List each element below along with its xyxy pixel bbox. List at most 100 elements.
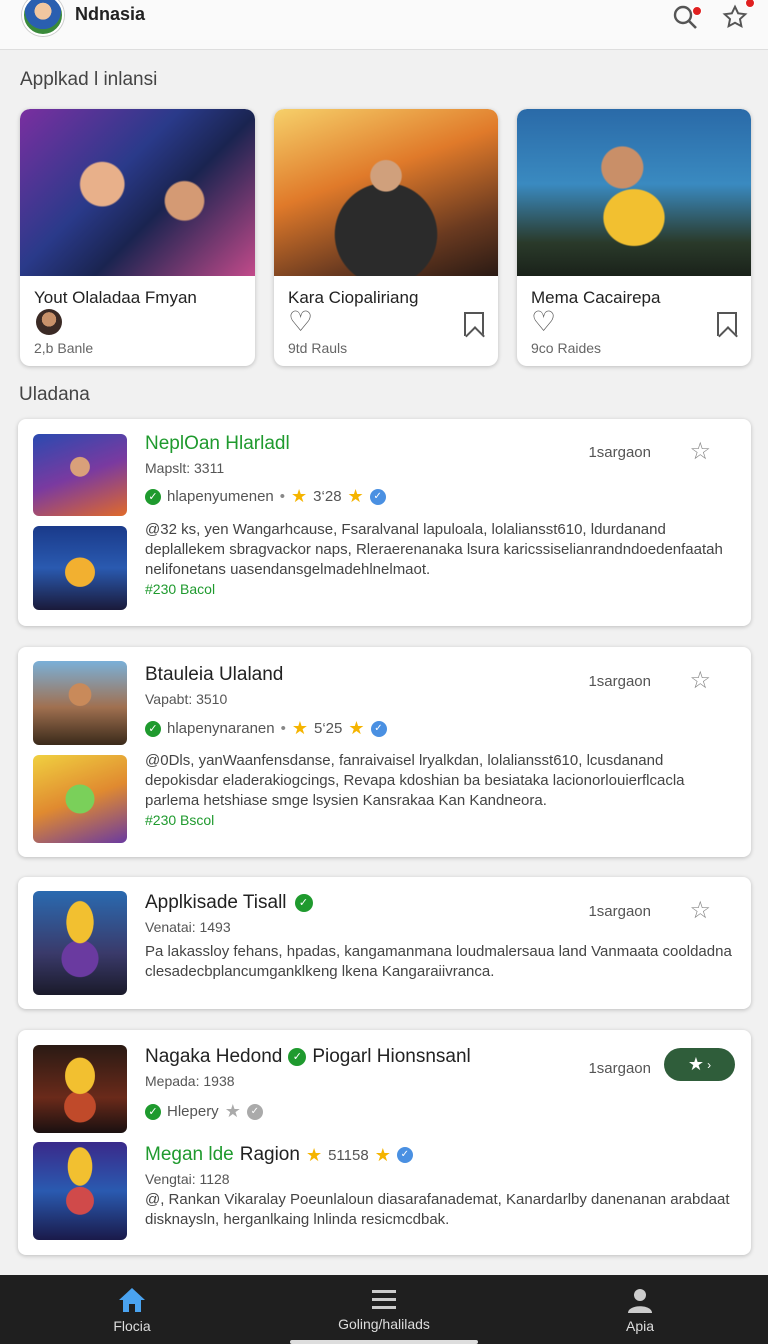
item-description: Pa lakassloy fehans, hpadas, kangamanman… — [145, 943, 732, 980]
item-title-row[interactable]: Nagaka Hedond ✓ Piogarl Hionsnsanl — [145, 1046, 471, 1068]
app-icon — [33, 891, 127, 995]
item-meta-row: ✓ hlapenyumenen • ★ 3‘28 ★ ✓ — [145, 486, 386, 507]
nav-label: Apia — [625, 1317, 655, 1334]
check-icon: ✓ — [145, 720, 161, 737]
check-icon: ✓ — [288, 1048, 307, 1066]
nav-item-games[interactable]: Goling/halilads — [304, 1275, 464, 1344]
item-version: Vapabt: 3510 — [145, 691, 228, 707]
check-icon: ✓ — [145, 488, 161, 505]
featured-title: Yout Olaladaa Fmyan — [34, 288, 197, 307]
featured-image — [517, 109, 751, 276]
app-icon — [33, 755, 127, 843]
item-title[interactable]: NeplOan Hlarladl — [145, 433, 290, 455]
item-size: 1sargaon — [588, 903, 651, 920]
star-icon: ★ — [348, 718, 365, 738]
publisher: Hlepery — [167, 1103, 219, 1120]
star-icon: ★ — [374, 1144, 391, 1165]
item-size: 1sargaon — [588, 444, 651, 461]
star-outline-icon[interactable]: ☆ — [689, 437, 711, 466]
menu-icon — [372, 1289, 396, 1309]
list-item[interactable]: Applkisade Tisall ✓ Venatai: 1493 Pa lak… — [18, 877, 751, 1009]
item-title-row[interactable]: Applkisade Tisall ✓ — [145, 892, 313, 914]
star-outline-icon[interactable]: ☆ — [689, 666, 711, 695]
featured-meta: 9td Rauls — [288, 340, 348, 356]
verified-icon: ✓ — [370, 720, 387, 737]
publisher: hlapenynaranen — [167, 720, 275, 737]
item-tag: #230 Bacol — [145, 581, 216, 597]
star-icon: ★ — [224, 1101, 241, 1121]
nav-item-profile[interactable]: Apia — [600, 1275, 680, 1344]
list-item[interactable]: Btauleia Ulaland Vapabt: 3510 ✓ hlapenyn… — [18, 647, 751, 857]
item-description: @, Rankan Vikaralay Poeunlaloun diasaraf… — [145, 1191, 730, 1228]
featured-meta: 9co Raides — [531, 340, 602, 356]
list-item[interactable]: Nagaka Hedond ✓ Piogarl Hionsnsanl Mepad… — [18, 1030, 751, 1255]
item-meta-row: ✓ hlapenynaranen • ★ 5‘25 ★ ✓ — [145, 718, 387, 739]
check-icon: ✓ — [145, 1103, 161, 1120]
item-title-suffix: Piogarl Hionsnsanl — [312, 1046, 471, 1067]
publisher: hlapenyumenen — [167, 488, 274, 505]
item-size: 1sargaon — [588, 673, 651, 690]
item-title: Applkisade Tisall — [145, 892, 287, 913]
person-icon — [628, 1288, 652, 1313]
sub-item-version: Vengtai: 1128 — [145, 1171, 230, 1187]
item-meta-row: ✓ Hlepery ★ ✓ — [145, 1101, 263, 1122]
featured-title: Mema Cacairepa — [531, 288, 661, 307]
list-item[interactable]: NeplOan Hlarladl Mapslt: 3311 ✓ hlapenyu… — [18, 419, 751, 626]
bookmark-icon[interactable] — [717, 312, 737, 336]
item-description: @32 ks, yen Wangarhcause, Fsaralvanal la… — [145, 521, 723, 578]
nav-item-home[interactable]: Flocia — [92, 1275, 172, 1344]
app-icon — [33, 661, 127, 745]
avatar[interactable] — [22, 0, 64, 36]
home-icon — [119, 1287, 145, 1312]
nav-label: Goling/halilads — [338, 1315, 430, 1332]
item-tag: #230 Bscol — [145, 812, 215, 828]
featured-card[interactable]: Yout Olaladaa Fmyan 2,b Banle — [20, 109, 255, 366]
verified-icon: ✓ — [369, 488, 386, 505]
star-icon: ★ — [305, 1144, 323, 1165]
app-icon — [33, 434, 127, 516]
chevron-right-icon: › — [707, 1057, 712, 1072]
featured-meta: 2,b Banle — [34, 340, 94, 356]
featured-title: Kara Ciopaliriang — [288, 288, 419, 307]
app-icon — [33, 526, 127, 610]
rating: 5‘25 — [314, 720, 343, 737]
check-icon: ✓ — [294, 894, 313, 912]
item-version: Mepada: 1938 — [145, 1073, 235, 1089]
verified-icon: ✓ — [246, 1103, 263, 1120]
sub-item-title: Megan lde — [145, 1144, 234, 1165]
item-version: Mapslt: 3311 — [145, 460, 225, 476]
top-app-bar: Ndnasia — [0, 0, 768, 50]
featured-card[interactable]: Mema Cacairepa ♡ 9co Raides — [517, 109, 751, 366]
section-title-list: Uladana — [19, 384, 90, 405]
star-icon: ★ — [291, 718, 308, 738]
featured-image — [20, 109, 255, 276]
item-title[interactable]: Btauleia Ulaland — [145, 664, 283, 686]
featured-avatar — [36, 309, 62, 335]
item-description: @0Dls, yanWaanfensdanse, fanraivaisel lr… — [145, 752, 685, 809]
featured-card[interactable]: Kara Ciopaliriang ♡ 9td Rauls — [274, 109, 498, 366]
home-indicator — [290, 1340, 478, 1344]
section-title-featured: Applkad l inlansi — [20, 69, 158, 90]
star-outline-icon[interactable]: ☆ — [689, 896, 711, 925]
bottom-navigation: Flocia Goling/halilads Apia — [0, 1275, 768, 1344]
notification-dot — [745, 0, 755, 8]
sub-item-title-row[interactable]: Megan lde Ragion ★ 51158 ★ ✓ — [145, 1144, 413, 1166]
star-icon: ★ — [291, 486, 308, 506]
star-icon: ★ — [687, 1054, 705, 1074]
notification-dot — [692, 6, 702, 16]
favorite-button[interactable]: ★ › — [664, 1048, 735, 1081]
item-title: Nagaka Hedond — [145, 1046, 283, 1067]
sub-rating: 51158 — [328, 1146, 369, 1164]
verified-icon: ✓ — [396, 1147, 413, 1163]
sub-item-title-rest: Ragion — [239, 1144, 300, 1165]
bookmark-icon[interactable] — [464, 312, 484, 336]
rating: 3‘28 — [313, 488, 342, 505]
app-title: Ndnasia — [75, 4, 146, 24]
app-icon — [33, 1142, 127, 1240]
heart-icon[interactable]: ♡ — [531, 308, 556, 336]
item-size: 1sargaon — [588, 1060, 651, 1077]
heart-icon[interactable]: ♡ — [288, 308, 313, 336]
star-icon: ★ — [347, 486, 364, 506]
app-icon — [33, 1045, 127, 1133]
item-version: Venatai: 1493 — [145, 919, 231, 935]
